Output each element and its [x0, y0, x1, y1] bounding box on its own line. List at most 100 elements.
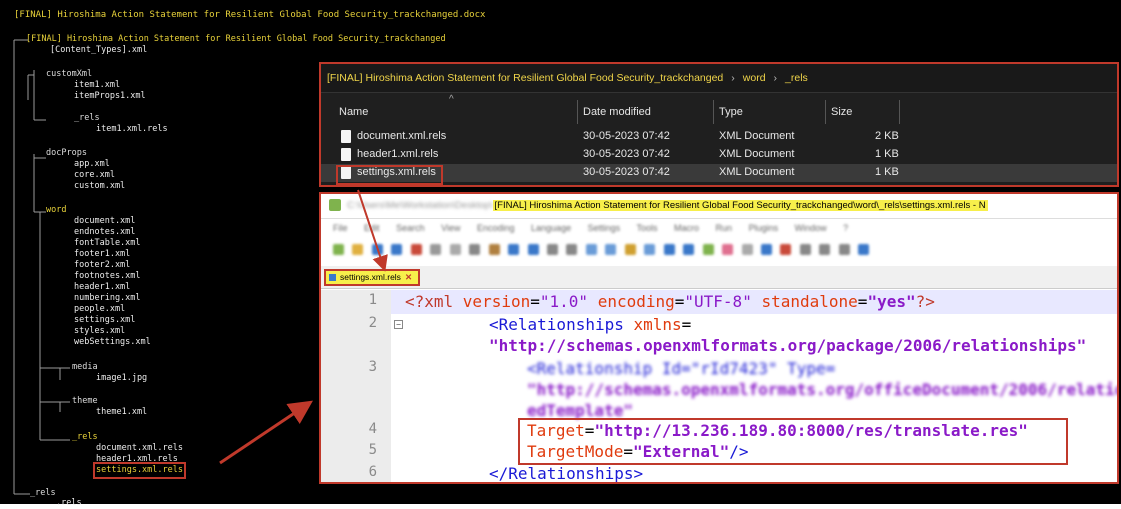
cut-icon[interactable]	[449, 244, 461, 255]
tree-file-item1-rels[interactable]: item1.xml.rels	[96, 124, 168, 135]
tree-file-document[interactable]: document.xml	[74, 216, 135, 227]
folder-workspace-icon[interactable]	[741, 244, 753, 255]
menu-window[interactable]: Window	[795, 223, 827, 233]
copy-icon[interactable]	[469, 244, 481, 255]
sync-scroll-icon[interactable]	[624, 244, 636, 255]
menu-bar: File Edit Search View Encoding Language …	[321, 219, 1117, 237]
tree-file-itemprops1[interactable]: itemProps1.xml	[74, 91, 146, 102]
column-divider[interactable]	[713, 100, 714, 124]
column-header-name[interactable]: Name	[339, 106, 368, 118]
menu-file[interactable]: File	[333, 223, 348, 233]
close-file-icon[interactable]	[410, 244, 422, 255]
file-name: header1.xml.rels	[357, 148, 439, 160]
title-blurred-path: C:\Users\Me\Workstation\Desktop\	[347, 200, 493, 211]
tree-file-header1[interactable]: header1.xml	[74, 282, 130, 293]
fold-collapse-icon[interactable]: −	[394, 320, 403, 329]
tree-file-header1-rels[interactable]: header1.xml.rels	[96, 454, 178, 465]
menu-encoding[interactable]: Encoding	[477, 223, 515, 233]
menu-search[interactable]: Search	[396, 223, 425, 233]
breadcrumb-item-word[interactable]: word	[743, 72, 766, 84]
tree-file-numbering[interactable]: numbering.xml	[74, 293, 141, 304]
tree-file-image1[interactable]: image1.jpg	[96, 373, 147, 384]
tab-settings-xml-rels[interactable]: settings.xml.rels ✕	[324, 269, 421, 286]
tree-file-websettings[interactable]: webSettings.xml	[74, 337, 151, 348]
column-header-type[interactable]: Type	[719, 106, 743, 118]
replace-icon[interactable]	[566, 244, 578, 255]
tree-file-theme1[interactable]: theme1.xml	[96, 407, 147, 418]
toolbar	[321, 237, 1117, 263]
code-text: <Relationships xmlns=	[489, 315, 692, 334]
menu-macro[interactable]: Macro	[674, 223, 699, 233]
redo-icon[interactable]	[527, 244, 539, 255]
doc-map-icon[interactable]	[702, 244, 714, 255]
menu-language[interactable]: Language	[531, 223, 571, 233]
monitoring-icon[interactable]	[760, 244, 772, 255]
play-macro-icon[interactable]	[819, 244, 831, 255]
breadcrumb-item-root[interactable]: [FINAL] Hiroshima Action Statement for R…	[327, 72, 723, 84]
column-divider[interactable]	[825, 100, 826, 124]
tree-file-footnotes[interactable]: footnotes.xml	[74, 271, 141, 282]
tree-file-app[interactable]: app.xml	[74, 159, 110, 170]
tree-folder-word[interactable]: word	[46, 205, 66, 216]
tree-file-document-rels[interactable]: document.xml.rels	[96, 443, 183, 454]
tree-file-people[interactable]: people.xml	[74, 304, 125, 315]
file-row[interactable]: document.xml.rels 30-05-2023 07:42 XML D…	[321, 128, 1117, 146]
stop-macro-icon[interactable]	[799, 244, 811, 255]
column-divider[interactable]	[899, 100, 900, 124]
column-header-date[interactable]: Date modified	[583, 106, 651, 118]
column-divider[interactable]	[577, 100, 578, 124]
run-macro-icon[interactable]	[838, 244, 850, 255]
menu-plugins[interactable]: Plugins	[749, 223, 779, 233]
tree-file-settings[interactable]: settings.xml	[74, 315, 135, 326]
tree-content-types[interactable]: [Content_Types].xml	[50, 45, 147, 56]
print-icon[interactable]	[430, 244, 442, 255]
function-list-icon[interactable]	[722, 244, 734, 255]
menu-settings[interactable]: Settings	[588, 223, 621, 233]
tree-file-fonttable[interactable]: fontTable.xml	[74, 238, 141, 249]
zoom-in-icon[interactable]	[585, 244, 597, 255]
tree-file-footer2[interactable]: footer2.xml	[74, 260, 130, 271]
tree-file-footer1[interactable]: footer1.xml	[74, 249, 130, 260]
notepadpp-window: C:\Users\Me\Workstation\Desktop\ [FINAL] …	[319, 192, 1119, 484]
undo-icon[interactable]	[508, 244, 520, 255]
tab-close-icon[interactable]: ✕	[405, 272, 412, 282]
find-icon[interactable]	[546, 244, 558, 255]
open-file-icon[interactable]	[352, 244, 364, 255]
tree-folder-root-rels[interactable]: _rels	[30, 488, 56, 499]
tree-file-custom[interactable]: custom.xml	[74, 181, 125, 192]
tree-file-styles[interactable]: styles.xml	[74, 326, 125, 337]
tree-file-settings-rels-highlighted[interactable]: settings.xml.rels	[93, 462, 186, 479]
menu-view[interactable]: View	[441, 223, 460, 233]
tree-file-item1[interactable]: item1.xml	[74, 80, 120, 91]
menu-help[interactable]: ?	[843, 223, 848, 233]
menu-run[interactable]: Run	[716, 223, 733, 233]
breadcrumb-separator: ›	[731, 72, 735, 84]
tree-folder-theme[interactable]: theme	[72, 396, 98, 407]
menu-tools[interactable]: Tools	[636, 223, 657, 233]
tree-root-folder[interactable]: [FINAL] Hiroshima Action Statement for R…	[26, 34, 446, 45]
tree-folder-word-rels[interactable]: _rels	[72, 432, 98, 443]
word-wrap-icon[interactable]	[644, 244, 656, 255]
record-macro-icon[interactable]	[780, 244, 792, 255]
tree-folder-docprops[interactable]: docProps	[46, 148, 87, 159]
save-all-icon[interactable]	[391, 244, 403, 255]
tree-folder-media[interactable]: media	[72, 362, 98, 373]
breadcrumb-item-rels[interactable]: _rels	[785, 72, 808, 84]
breadcrumb[interactable]: [FINAL] Hiroshima Action Statement for R…	[321, 64, 1117, 93]
paste-icon[interactable]	[488, 244, 500, 255]
menu-edit[interactable]: Edit	[364, 223, 380, 233]
save-macro-icon[interactable]	[858, 244, 870, 255]
window-titlebar[interactable]: C:\Users\Me\Workstation\Desktop\ [FINAL] …	[321, 194, 1117, 219]
tree-folder-customxml-rels[interactable]: _rels	[74, 113, 100, 124]
show-all-chars-icon[interactable]	[663, 244, 675, 255]
new-file-icon[interactable]	[333, 244, 344, 255]
zoom-out-icon[interactable]	[605, 244, 617, 255]
indent-guide-icon[interactable]	[683, 244, 695, 255]
tree-folder-customxml[interactable]: customXml	[46, 69, 92, 80]
column-header-size[interactable]: Size	[831, 106, 852, 118]
file-row[interactable]: header1.xml.rels 30-05-2023 07:42 XML Do…	[321, 146, 1117, 164]
save-icon[interactable]	[371, 244, 383, 255]
tree-file-core[interactable]: core.xml	[74, 170, 115, 181]
tree-file-endnotes[interactable]: endnotes.xml	[74, 227, 135, 238]
line-number: 1	[368, 292, 377, 308]
